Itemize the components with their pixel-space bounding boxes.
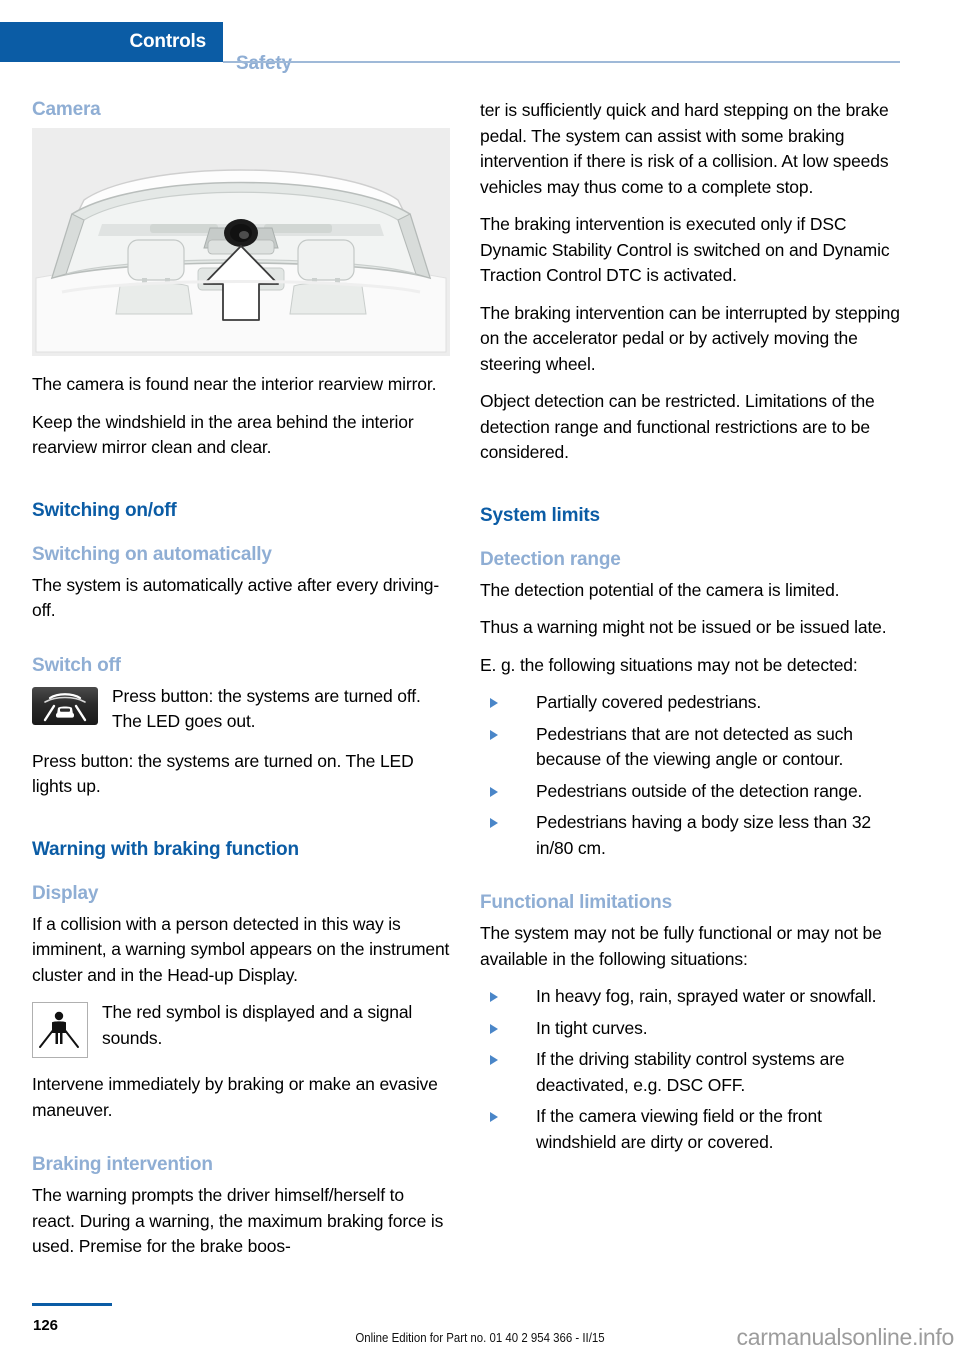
pedestrian-warning-symbol-icon: [32, 1002, 88, 1058]
heading-display: Display: [32, 882, 99, 904]
list-item: In heavy fog, rain, sprayed water or sno…: [480, 984, 900, 1010]
triangle-bullet-icon: [490, 729, 498, 740]
list-item-label: If the camera viewing field or the front…: [536, 1106, 822, 1152]
right-column: ter is sufficiently quick and hard stepp…: [480, 98, 900, 1167]
paragraph-not-fully-functional: The system may not be fully functional o…: [480, 923, 882, 969]
list-item-label: Pedestrians outside of the detection ran…: [536, 780, 863, 801]
heading-functional-limitations: Functional limitations: [480, 892, 672, 913]
detection-limitations-list: Partially covered pedestrians. Pedestria…: [480, 690, 900, 861]
heading-switching-on-automatically: Switching on automatically: [32, 543, 272, 565]
heading-system-limits: System limits: [480, 504, 600, 526]
paragraph-keep-clean: Keep the windshield in the area behind t…: [32, 411, 414, 458]
paragraph-detection-limited: The detection potential of the camera is…: [480, 579, 840, 600]
tab-safety[interactable]: Safety: [236, 53, 292, 75]
heading-camera: Camera: [32, 99, 101, 120]
figure-camera-location: [32, 128, 450, 356]
heading-detection-range: Detection range: [480, 548, 621, 570]
list-item: If the driving stability control systems…: [480, 1047, 900, 1098]
list-item-label: In heavy fog, rain, sprayed water or sno…: [536, 986, 877, 1006]
paragraph-interrupt: The braking intervention can be interrup…: [480, 302, 900, 374]
list-item: Partially covered pedestrians.: [480, 690, 900, 716]
list-item: If the camera viewing field or the front…: [480, 1104, 900, 1155]
footer-divider: [32, 1303, 112, 1306]
page-number: 126: [33, 1317, 59, 1334]
header-divider: [223, 61, 900, 63]
page-header: Controls Safety: [0, 22, 960, 74]
list-item-label: Partially covered pedestrians.: [536, 692, 762, 712]
triangle-bullet-icon: [490, 786, 498, 797]
lane-departure-button-icon: [32, 686, 98, 725]
list-item: Pedestrians having a body size less than…: [480, 810, 900, 861]
triangle-bullet-icon: [490, 1112, 498, 1122]
heading-switch-off: Switch off: [32, 654, 121, 676]
warning-symbol-icon-text: The red symbol is displayed and a signal…: [102, 1002, 413, 1048]
list-item-label: Pedestrians having a body size less than…: [536, 812, 872, 858]
paragraph-intervene: Intervene immediately by braking or make…: [32, 1074, 438, 1120]
paragraph-dsc: The braking intervention is executed onl…: [480, 214, 890, 285]
heading-switching-on-off: Switching on/off: [32, 499, 177, 521]
paragraph-continued: ter is sufficiently quick and hard stepp…: [480, 100, 889, 197]
triangle-bullet-icon: [490, 698, 498, 708]
heading-warning-with-braking-function: Warning with braking function: [32, 838, 299, 860]
paragraph-eg-situations: E. g. the following situations may not b…: [480, 654, 858, 675]
triangle-bullet-icon: [490, 992, 498, 1002]
list-item-label: Pedestrians that are not detected as suc…: [536, 723, 853, 770]
list-item: In tight curves.: [480, 1016, 900, 1042]
triangle-bullet-icon: [490, 1055, 498, 1065]
triangle-bullet-icon: [490, 1023, 498, 1034]
heading-braking-intervention: Braking intervention: [32, 1154, 213, 1175]
paragraph-display: If a collision with a person detected in…: [32, 913, 450, 985]
left-column: Camera The camera is found near the inte…: [32, 98, 450, 1260]
site-watermark: carmanualsonline.info: [736, 1324, 955, 1350]
functional-limitations-list: In heavy fog, rain, sprayed water or sno…: [480, 984, 900, 1155]
switch-off-icon-text: Press button: the systems are turned off…: [112, 685, 421, 732]
switch-off-icon-row: Press button: the systems are turned off…: [32, 684, 450, 735]
warning-symbol-icon-row: The red symbol is displayed and a signal…: [32, 1000, 450, 1058]
paragraph-switch-on: Press button: the systems are turned on.…: [32, 750, 414, 797]
paragraph-braking-prompt: The warning prompts the driver himself/h…: [32, 1185, 444, 1256]
paragraph-camera-location: The camera is found near the interior re…: [32, 374, 437, 394]
paragraph-auto-active: The system is automatically active after…: [32, 574, 440, 621]
list-item-label: In tight curves.: [536, 1017, 648, 1038]
list-item: Pedestrians that are not detected as suc…: [480, 722, 900, 773]
list-item-label: If the driving stability control systems…: [536, 1049, 845, 1095]
paragraph-warning-late: Thus a warning might not be issued or be…: [480, 617, 887, 637]
paragraph-object-detection: Object detection can be restricted. Limi…: [480, 391, 875, 462]
list-item: Pedestrians outside of the detection ran…: [480, 779, 900, 805]
triangle-bullet-icon: [490, 818, 498, 828]
tab-controls-label: Controls: [129, 31, 206, 52]
tab-controls[interactable]: Controls: [0, 22, 223, 62]
